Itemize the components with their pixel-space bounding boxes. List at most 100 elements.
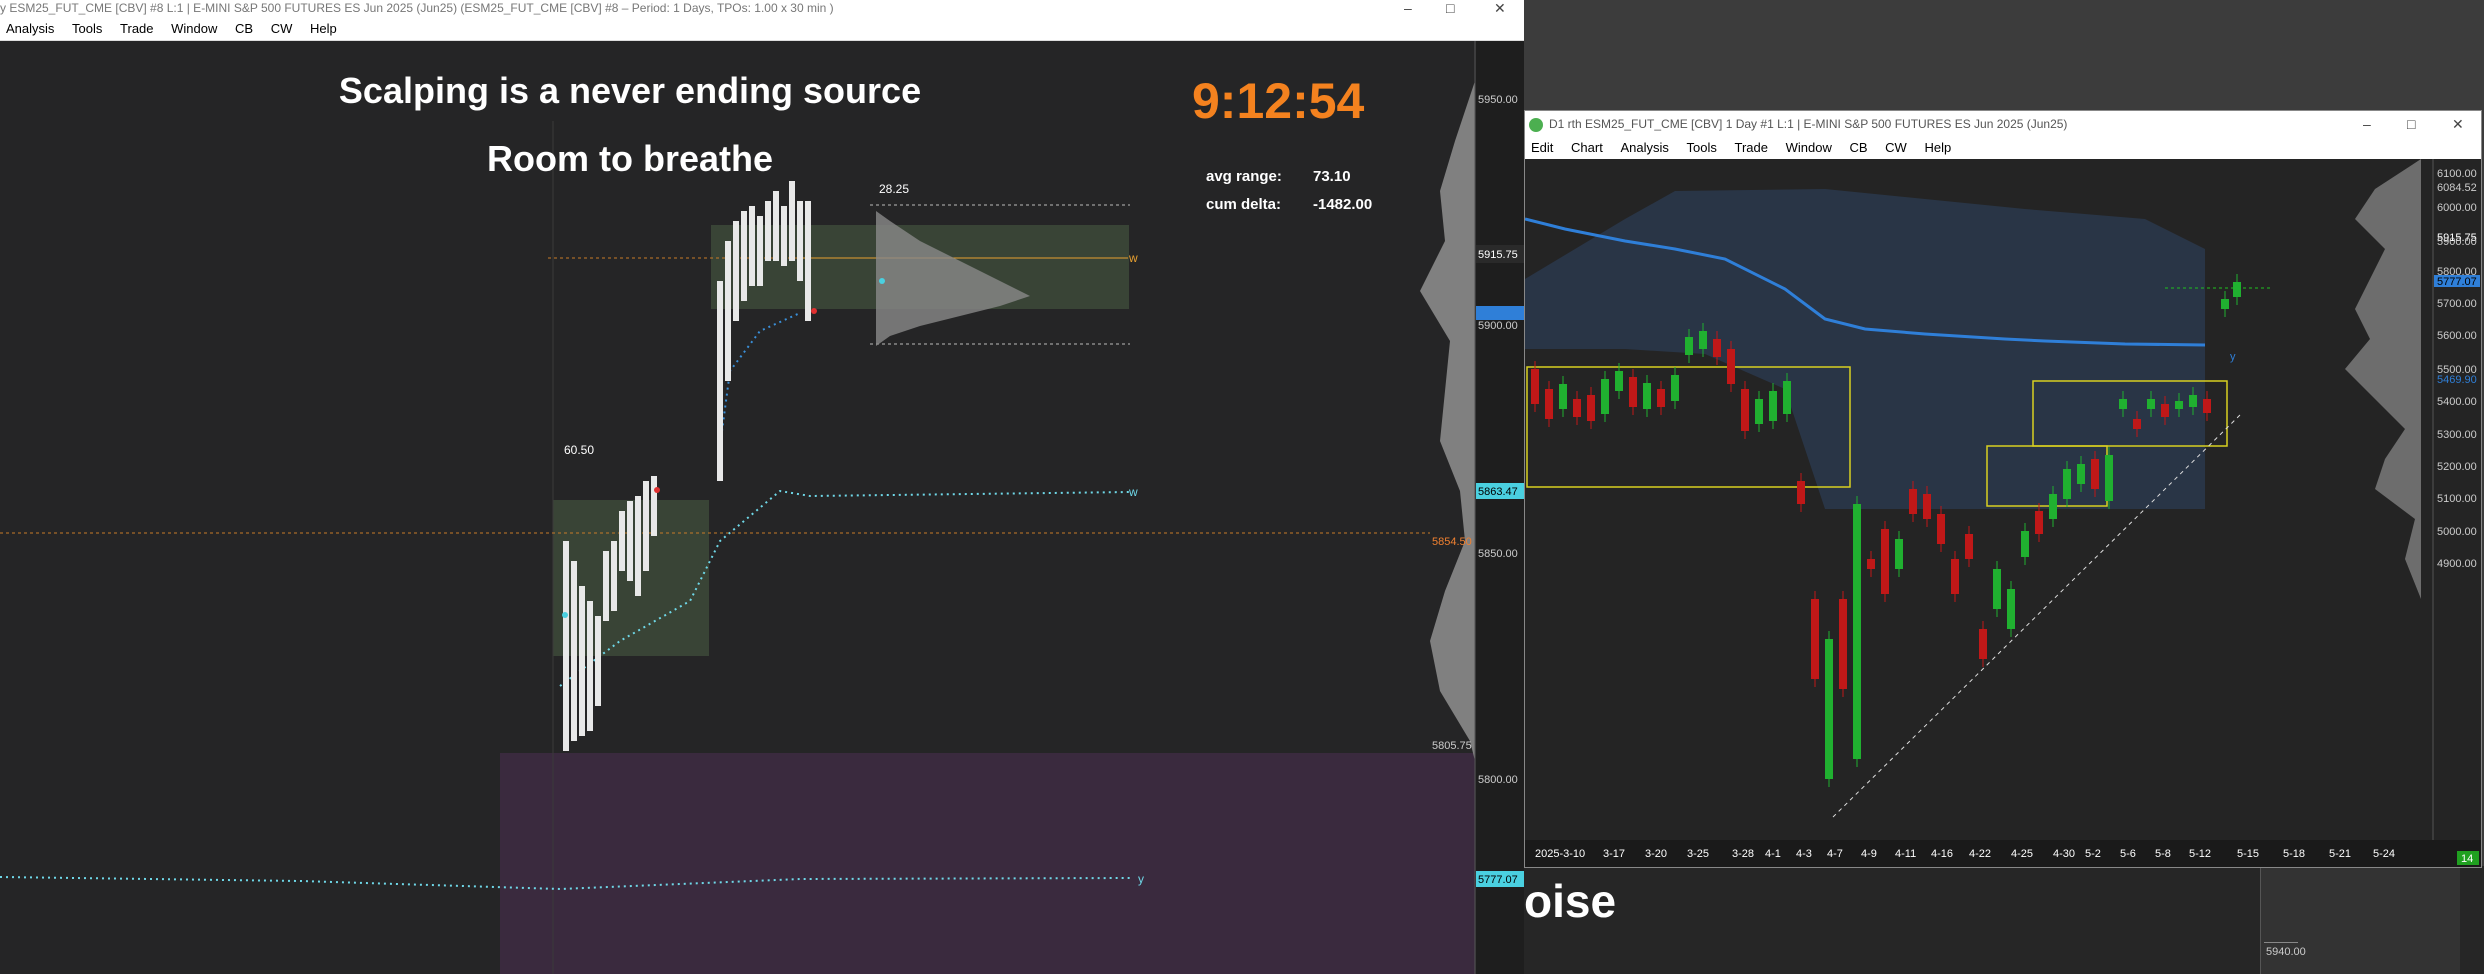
candle-body (1601, 379, 1609, 414)
corner-badge: 14 (2461, 853, 2473, 865)
price-label: 5854.50 (1432, 536, 1472, 548)
daily-chart-window: D1 rth ESM25_FUT_CME [CBV] 1 Day #1 L:1 … (1524, 110, 2482, 868)
date-label: 5-18 (2283, 848, 2305, 860)
price-label: 5900.00 (2437, 236, 2477, 248)
price-label: 5950.00 (1478, 94, 1518, 106)
maximize-icon[interactable]: □ (2407, 116, 2415, 132)
price-label: 5777.07 (2437, 276, 2477, 288)
candle-body (2105, 455, 2113, 501)
app-globe-icon (1529, 117, 1543, 132)
date-label: 3-28 (1732, 848, 1754, 860)
price-label: 5200.00 (2437, 461, 2477, 473)
background-chart-strip: oise 5940.00 (1524, 866, 2484, 974)
candle-body (1797, 481, 1805, 504)
menu-cb[interactable]: CB (1849, 137, 1867, 159)
date-label: 5-8 (2155, 848, 2171, 860)
candle-body (1615, 371, 1623, 391)
range-annotation: 60.50 (564, 443, 594, 457)
date-label: 5-12 (2189, 848, 2211, 860)
price-label: 5600.00 (2437, 330, 2477, 342)
date-label: 3-25 (1687, 848, 1709, 860)
date-label: 4-1 (1765, 848, 1781, 860)
daily-candlestick-chart[interactable]: y 6100.006084.526000.005915.755900.00580… (1525, 159, 2481, 867)
menu-tools[interactable]: Tools (1687, 137, 1717, 159)
w-label: w (1128, 251, 1138, 265)
menu-trade[interactable]: Trade (1734, 137, 1767, 159)
y-label: y (2230, 351, 2236, 363)
menu-help[interactable]: Help (1924, 137, 1951, 159)
date-label: 5-6 (2120, 848, 2136, 860)
candle-body (1993, 569, 2001, 609)
price-label: 5400.00 (2437, 396, 2477, 408)
menu-trade[interactable]: Trade (120, 18, 153, 40)
date-label: 3-17 (1603, 848, 1625, 860)
minimize-icon[interactable]: – (1404, 0, 1412, 16)
price-label: 5863.47 (1478, 486, 1518, 498)
heading-primary: Scalping is a never ending source (338, 70, 922, 111)
tpo-chart-canvas[interactable]: 5950.00 5915.75 5900.00 5863.47 5854.50 … (0, 41, 1524, 974)
maximize-icon[interactable]: □ (1446, 0, 1454, 16)
candle-body (2063, 469, 2071, 499)
menu-tools[interactable]: Tools (72, 18, 102, 40)
window-title-bar: D1 rth ESM25_FUT_CME [CBV] 1 Day #1 L:1 … (1525, 111, 2481, 137)
candle-body (2147, 399, 2155, 409)
candle-body (1685, 337, 1693, 355)
close-icon[interactable]: ✕ (2452, 116, 2464, 132)
date-label: 3-20 (1645, 848, 1667, 860)
candle-body (1839, 599, 1847, 689)
price-label: 5915.75 (1478, 249, 1518, 261)
minimize-icon[interactable]: – (2363, 116, 2371, 132)
candle-body (1629, 377, 1637, 407)
candle-body (1671, 375, 1679, 401)
purple-zone (500, 753, 1475, 974)
window-title: y ESM25_FUT_CME [CBV] #8 L:1 | E-MINI S&… (0, 1, 834, 15)
range-annotation: 28.25 (879, 182, 909, 196)
menu-edit[interactable]: Edit (1531, 137, 1553, 159)
candle-body (1769, 391, 1777, 421)
date-label: 4-7 (1827, 848, 1843, 860)
y-label: y (1138, 872, 1144, 886)
candle-body (1909, 489, 1917, 514)
candle-body (1923, 494, 1931, 519)
candle-body (1783, 381, 1791, 414)
candle-body (1951, 559, 1959, 594)
close-icon[interactable]: ✕ (1494, 0, 1506, 16)
candle-body (1867, 559, 1875, 569)
avg-range-value: 73.10 (1313, 168, 1351, 185)
menu-cw[interactable]: CW (1885, 137, 1907, 159)
candle-body (1545, 389, 1553, 419)
menu-cw[interactable]: CW (271, 18, 293, 40)
candle-body (2175, 401, 2183, 409)
date-label: 4-3 (1796, 848, 1812, 860)
date-label: 4-30 (2053, 848, 2075, 860)
date-label: 5-15 (2237, 848, 2259, 860)
price-label: 5469.90 (2437, 374, 2477, 386)
menu-bar: Edit Chart Analysis Tools Trade Window C… (1525, 137, 2481, 159)
menu-analysis[interactable]: Analysis (1620, 137, 1668, 159)
candle-body (2049, 494, 2057, 519)
date-label: 2025-3-10 (1535, 848, 1585, 860)
volume-profile (1420, 81, 1475, 761)
window-title-bar: y ESM25_FUT_CME [CBV] #8 L:1 | E-MINI S&… (0, 0, 1524, 18)
volatility-band (1525, 189, 2205, 509)
menu-window[interactable]: Window (171, 18, 217, 40)
menu-help[interactable]: Help (310, 18, 337, 40)
candle-body (1573, 399, 1581, 417)
menu-chart[interactable]: Chart (1571, 137, 1603, 159)
candle-body (1559, 384, 1567, 409)
menu-window[interactable]: Window (1786, 137, 1832, 159)
candle-body (2221, 299, 2229, 309)
menu-cb[interactable]: CB (235, 18, 253, 40)
price-label: 6000.00 (2437, 202, 2477, 214)
candle-body (1965, 534, 1973, 559)
candle-body (1587, 395, 1595, 421)
date-label: 4-25 (2011, 848, 2033, 860)
price-label: 5300.00 (2437, 429, 2477, 441)
price-label: 5850.00 (1478, 548, 1518, 560)
candle-body (2007, 589, 2015, 629)
menu-bar: Analysis Tools Trade Window CB CW Help (0, 18, 1524, 41)
price-label: 6084.52 (2437, 182, 2477, 194)
session-clock: 9:12:54 (1192, 73, 1365, 129)
avg-range-label: avg range: (1206, 168, 1282, 185)
menu-analysis[interactable]: Analysis (6, 18, 54, 40)
